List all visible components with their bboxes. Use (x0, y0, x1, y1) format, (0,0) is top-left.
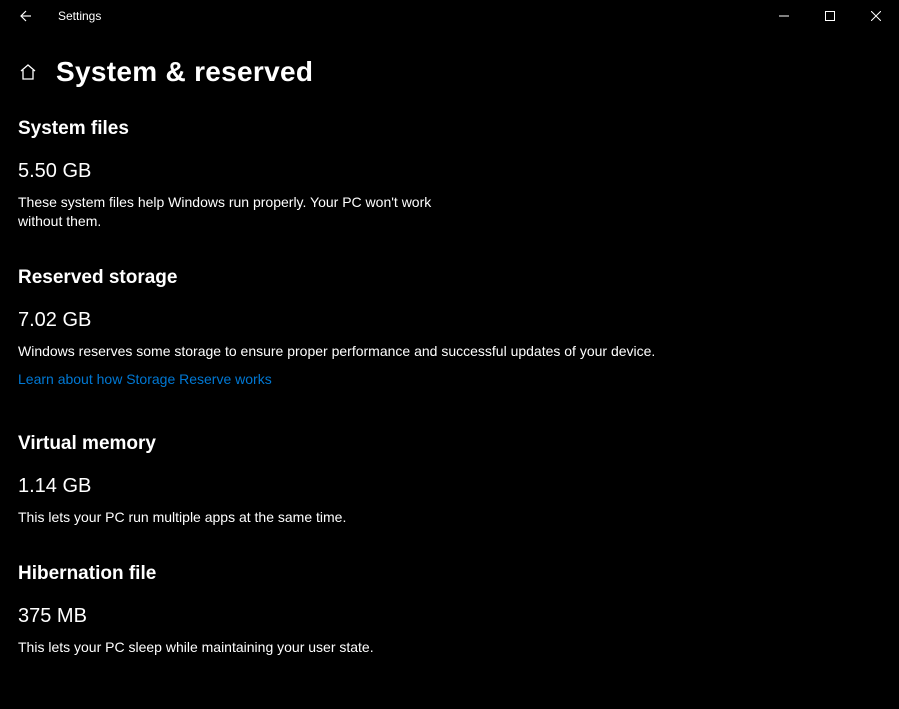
maximize-button[interactable] (807, 0, 853, 32)
page-header: System & reserved (0, 56, 899, 88)
home-icon (19, 63, 37, 81)
section-system-files: System files 5.50 GB These system files … (18, 118, 700, 231)
section-virtual-memory: Virtual memory 1.14 GB This lets your PC… (18, 433, 700, 527)
content: System files 5.50 GB These system files … (0, 88, 700, 656)
section-hibernation-file: Hibernation file 375 MB This lets your P… (18, 563, 700, 657)
minimize-icon (779, 11, 789, 21)
close-button[interactable] (853, 0, 899, 32)
window-title: Settings (58, 9, 101, 23)
section-reserved-storage: Reserved storage 7.02 GB Windows reserve… (18, 267, 700, 389)
hibernation-file-desc: This lets your PC sleep while maintainin… (18, 638, 658, 657)
maximize-icon (825, 11, 835, 21)
hibernation-file-value: 375 MB (18, 605, 700, 628)
hibernation-file-heading: Hibernation file (18, 563, 700, 585)
system-files-desc: These system files help Windows run prop… (18, 193, 438, 231)
virtual-memory-heading: Virtual memory (18, 433, 700, 455)
titlebar: Settings (0, 0, 899, 32)
window-controls (761, 0, 899, 32)
reserved-storage-link[interactable]: Learn about how Storage Reserve works (18, 371, 272, 387)
back-button[interactable] (10, 2, 38, 30)
reserved-storage-heading: Reserved storage (18, 267, 700, 289)
system-files-heading: System files (18, 118, 700, 140)
home-button[interactable] (18, 62, 38, 82)
reserved-storage-value: 7.02 GB (18, 309, 700, 332)
system-files-value: 5.50 GB (18, 160, 700, 183)
close-icon (871, 11, 881, 21)
virtual-memory-desc: This lets your PC run multiple apps at t… (18, 508, 658, 527)
back-arrow-icon (16, 8, 32, 24)
reserved-storage-desc: Windows reserves some storage to ensure … (18, 342, 658, 361)
virtual-memory-value: 1.14 GB (18, 475, 700, 498)
minimize-button[interactable] (761, 0, 807, 32)
page-title: System & reserved (56, 56, 313, 88)
